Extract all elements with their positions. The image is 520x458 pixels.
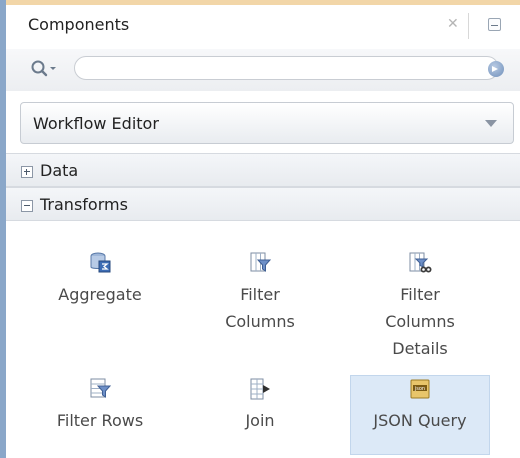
svg-text:json: json <box>414 386 425 392</box>
expand-icon[interactable] <box>21 166 33 178</box>
transforms-tiles: Aggregate Filter Columns Filter Columns … <box>6 221 520 458</box>
components-panel: Components ✕ Workflow Editor Data Transf… <box>0 0 520 458</box>
tile-label: Filter Columns Details <box>385 285 455 358</box>
tile-filter-columns[interactable]: Filter Columns <box>190 251 330 335</box>
panel-title: Components <box>28 15 130 34</box>
tile-label: Filter Columns <box>225 285 295 331</box>
minimize-icon[interactable] <box>488 18 501 31</box>
filter-columns-icon <box>250 252 272 272</box>
filter-rows-icon <box>90 378 112 398</box>
join-icon <box>250 378 270 400</box>
tile-aggregate[interactable]: Aggregate <box>30 251 170 308</box>
aggregate-icon <box>90 252 111 273</box>
search-row <box>6 49 520 91</box>
tile-label: Filter Rows <box>56 411 144 430</box>
close-icon[interactable]: ✕ <box>447 17 459 31</box>
tile-label: JSON Query <box>373 411 467 430</box>
tile-json-query[interactable]: json JSON Query <box>350 375 490 455</box>
search-icon[interactable] <box>30 58 58 80</box>
json-query-icon: json <box>410 379 430 399</box>
group-label: Transforms <box>40 195 128 214</box>
panel-titlebar: Components ✕ <box>6 5 520 49</box>
group-header-data[interactable]: Data <box>6 153 520 187</box>
group-header-transforms[interactable]: Transforms <box>6 187 520 221</box>
tile-filter-columns-details[interactable]: Filter Columns Details <box>350 251 490 362</box>
group-label: Data <box>40 161 79 180</box>
component-palette-select[interactable]: Workflow Editor <box>20 102 514 144</box>
titlebar-divider <box>468 13 469 39</box>
tile-label: Join <box>245 411 275 430</box>
collapse-icon[interactable] <box>21 200 33 212</box>
search-input[interactable] <box>74 56 499 80</box>
go-arrow-icon[interactable] <box>488 61 504 77</box>
tile-label: Aggregate <box>58 285 142 304</box>
chevron-down-icon <box>485 120 497 127</box>
tile-filter-rows[interactable]: Filter Rows <box>30 377 170 434</box>
select-value: Workflow Editor <box>33 114 159 133</box>
filter-columns-details-icon <box>409 252 432 273</box>
tile-join[interactable]: Join <box>190 377 330 434</box>
